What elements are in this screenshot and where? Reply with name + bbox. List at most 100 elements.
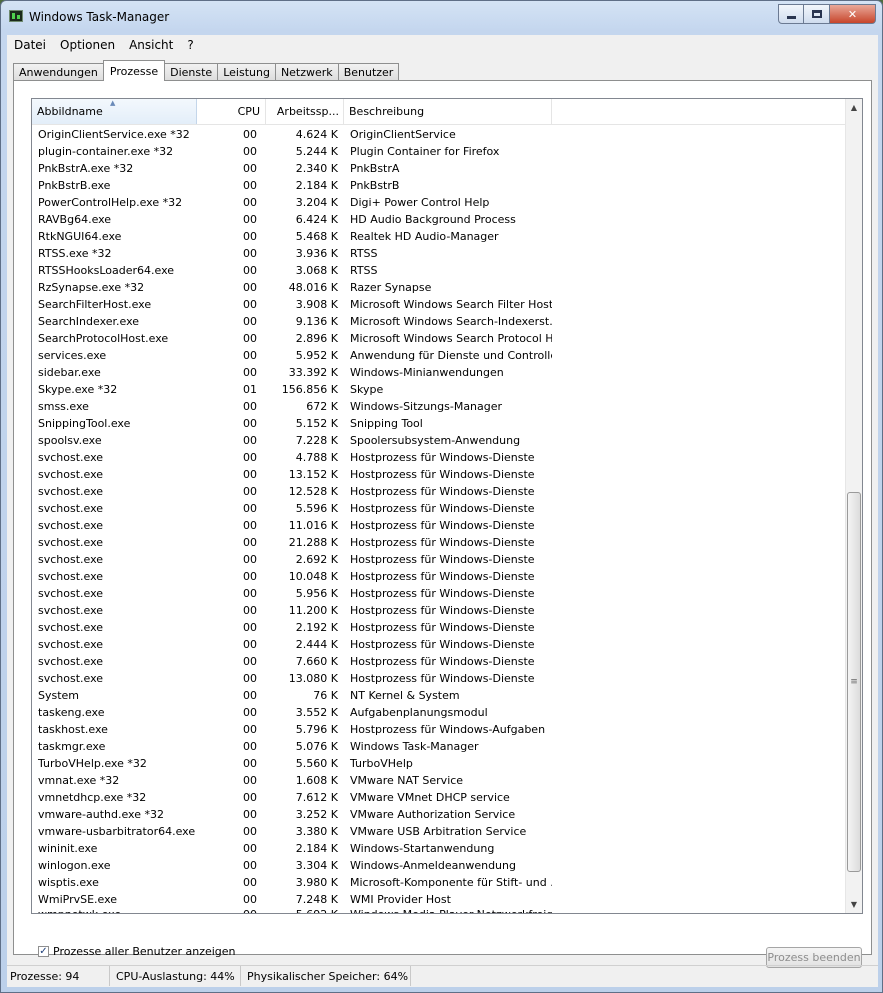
processes-tab-panel: ▲ Abbildname CPU Arbeitssp... Beschreibu… [13,80,872,968]
memory-value: 3.252 K [295,808,338,821]
table-row[interactable]: taskeng.exe 00 3.552 K Aufgabenplanungsmodu… [32,704,846,721]
table-row[interactable]: taskmgr.exe 00 5.076 K Windows Task-Manager [32,738,846,755]
table-row[interactable]: SearchFilterHost.exe 00 3.908 K Microsoft W… [32,296,846,313]
menu-ansicht[interactable]: Ansicht [122,38,180,52]
table-row[interactable]: PnkBstrA.exe *32 00 2.340 K PnkBstrA [32,160,846,177]
table-row[interactable]: svchost.exe 00 2.192 K Hostprozess für Wind… [32,619,846,636]
scrollbar-thumb[interactable]: ≡ [847,492,861,872]
close-button[interactable]: ✕ [830,4,876,24]
table-row[interactable]: RAVBg64.exe 00 6.424 K HD Audio Background … [32,211,846,228]
process-name: OriginClientService.exe *32 [38,128,190,141]
show-all-users-option[interactable]: ✓ Prozesse aller Benutzer anzeigen [38,945,236,958]
table-row[interactable]: vmnetdhcp.exe *32 00 7.612 K VMware VMnet D… [32,789,846,806]
table-row[interactable]: svchost.exe 00 2.444 K Hostprozess für Wind… [32,636,846,653]
table-row[interactable]: svchost.exe 00 10.048 K Hostprozess für Win… [32,568,846,585]
table-row[interactable]: spoolsv.exe 00 7.228 K Spoolersubsystem-Anw… [32,432,846,449]
description: Razer Synapse [350,281,432,294]
table-row[interactable]: svchost.exe 00 21.288 K Hostprozess für Win… [32,534,846,551]
table-row[interactable]: winlogon.exe 00 3.304 K Windows-Anmeldeanwe… [32,857,846,874]
table-row[interactable]: vmware-usbarbitrator64.exe 00 3.380 K VMwar… [32,823,846,840]
process-name: svchost.exe [38,587,104,600]
memory-value: 4.624 K [295,128,338,141]
process-list[interactable]: ▲ Abbildname CPU Arbeitssp... Beschreibu… [31,98,863,914]
table-row[interactable]: RTSSHooksLoader64.exe 00 3.068 K RTSS [32,262,846,279]
table-row[interactable]: svchost.exe 00 5.956 K Hostprozess für Wind… [32,585,846,602]
memory-value: 5.152 K [295,417,338,430]
menu-optionen[interactable]: Optionen [53,38,122,52]
scroll-up-icon[interactable]: ▲ [846,99,862,116]
table-row[interactable]: Skype.exe *32 01 156.856 K Skype [32,381,846,398]
memory-value: 5.796 K [295,723,338,736]
table-row[interactable]: TurboVHelp.exe *32 00 5.560 K TurboVHelp [32,755,846,772]
title-bar[interactable]: Windows Task-Manager ✕ [1,1,882,35]
table-row[interactable]: wininit.exe 00 2.184 K Windows-Startanwendu… [32,840,846,857]
minimize-button[interactable] [778,4,804,24]
sort-ascending-icon: ▲ [110,99,116,107]
memory-value: 6.424 K [295,213,338,226]
description: Hostprozess für Windows-Dienste [350,468,535,481]
table-row-partial[interactable]: wmpnetwk.exe005.692 KWindows Media Playe… [32,908,846,913]
table-row[interactable]: svchost.exe 00 5.596 K Hostprozess für Wind… [32,500,846,517]
description: Spoolersubsystem-Anwendung [350,434,521,447]
description: Hostprozess für Windows-Dienste [350,587,535,600]
tab-dienste[interactable]: Dienste [164,63,219,81]
table-row[interactable]: svchost.exe 00 12.528 K Hostprozess für Win… [32,483,846,500]
column-header-memory[interactable]: Arbeitssp... [266,99,344,124]
table-row[interactable]: SearchIndexer.exe 00 9.136 K Microsoft Wind… [32,313,846,330]
description: WMI Provider Host [350,893,451,906]
table-row[interactable]: svchost.exe 00 11.200 K Hostprozess für Win… [32,602,846,619]
table-row[interactable]: svchost.exe 00 7.660 K Hostprozess für Wind… [32,653,846,670]
table-row[interactable]: svchost.exe 00 13.080 K Hostprozess für Win… [32,670,846,687]
cpu-value: 00 [243,451,257,464]
table-row[interactable]: svchost.exe 00 4.788 K Hostprozess für Wind… [32,449,846,466]
table-row[interactable]: RzSynapse.exe *32 00 48.016 K Razer Synapse [32,279,846,296]
table-row[interactable]: wisptis.exe 00 3.980 K Microsoft-Komponente… [32,874,846,891]
table-row[interactable]: SearchProtocolHost.exe 00 2.896 K Microsoft… [32,330,846,347]
process-name: services.exe [38,349,107,362]
memory-value: 156.856 K [281,383,338,396]
table-row[interactable]: RtkNGUI64.exe 00 5.468 K Realtek HD Audio-M… [32,228,846,245]
table-row[interactable]: PowerControlHelp.exe *32 00 3.204 K Digi+ P… [32,194,846,211]
column-header-description[interactable]: Beschreibung [344,99,552,124]
table-row[interactable]: System 00 76 K NT Kernel & System [32,687,846,704]
table-row[interactable]: WmiPrvSE.exe 00 7.248 K WMI Provider Host [32,891,846,908]
column-header-name[interactable]: ▲ Abbildname [32,99,197,124]
table-row[interactable]: sidebar.exe 00 33.392 K Windows-Minianwendu… [32,364,846,381]
cpu-value: 00 [243,519,257,532]
description: Hostprozess für Windows-Dienste [350,638,535,651]
process-name: SearchFilterHost.exe [38,298,152,311]
maximize-button[interactable] [804,4,830,24]
process-name: wmpnetwk.exe [32,908,197,913]
table-row[interactable]: svchost.exe 00 2.692 K Hostprozess für Wind… [32,551,846,568]
table-row[interactable]: SnippingTool.exe 00 5.152 K Snipping Tool [32,415,846,432]
table-row[interactable]: svchost.exe 00 13.152 K Hostprozess für Win… [32,466,846,483]
table-row[interactable]: vmnat.exe *32 00 1.608 K VMware NAT Service [32,772,846,789]
table-row[interactable]: PnkBstrB.exe 00 2.184 K PnkBstrB [32,177,846,194]
scroll-down-icon[interactable]: ▼ [846,896,862,913]
maximize-icon [811,10,822,18]
tab-netzwerk[interactable]: Netzwerk [274,63,339,81]
menu-datei[interactable]: Datei [7,38,53,52]
tab-leistung[interactable]: Leistung [217,63,276,81]
vertical-scrollbar[interactable]: ▲ ≡ ▼ [845,99,862,913]
table-row[interactable]: services.exe 00 5.952 K Anwendung für Diens… [32,347,846,364]
process-name: spoolsv.exe [38,434,102,447]
tab-prozesse[interactable]: Prozesse [102,60,166,81]
menu-help[interactable]: ? [180,38,200,52]
show-all-users-checkbox[interactable]: ✓ [38,946,49,957]
cpu-value: 00 [243,315,257,328]
table-row[interactable]: plugin-container.exe *32 00 5.244 K Plugin … [32,143,846,160]
table-row[interactable]: OriginClientService.exe *32 00 4.624 K Orig… [32,126,846,143]
column-header-cpu[interactable]: CPU [197,99,266,124]
table-row[interactable]: vmware-authd.exe *32 00 3.252 K VMware Auth… [32,806,846,823]
description: Anwendung für Dienste und Controller [350,349,552,362]
tab-benutzer[interactable]: Benutzer [337,63,400,81]
table-row[interactable]: smss.exe 00 672 K Windows-Sitzungs-Manager [32,398,846,415]
table-row[interactable]: RTSS.exe *32 00 3.936 K RTSS [32,245,846,262]
table-row[interactable]: taskhost.exe 00 5.796 K Hostprozess für Win… [32,721,846,738]
cpu-value: 00 [243,740,257,753]
tab-anwendungen[interactable]: Anwendungen [13,63,104,81]
memory-value: 5.956 K [295,587,338,600]
description: Hostprozess für Windows-Dienste [350,570,535,583]
table-row[interactable]: svchost.exe 00 11.016 K Hostprozess für Win… [32,517,846,534]
